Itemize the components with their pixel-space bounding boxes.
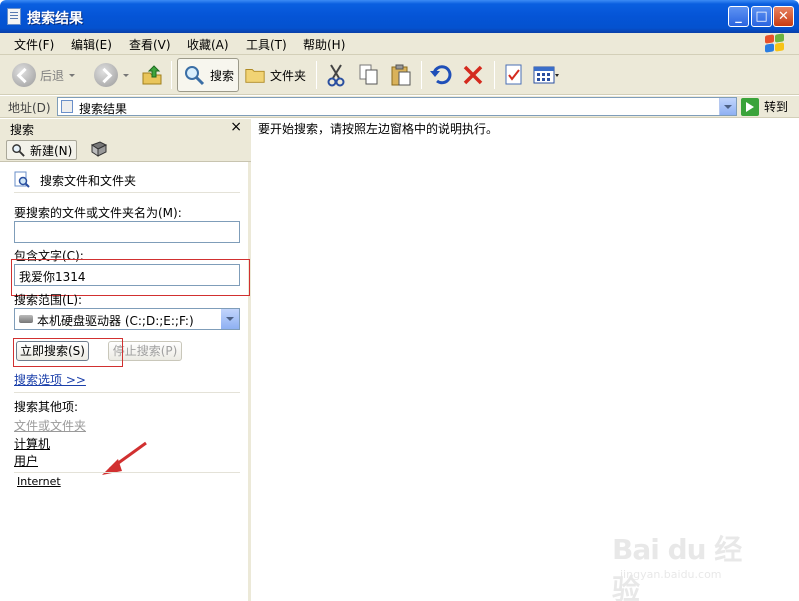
back-button[interactable]: 后退 xyxy=(12,58,76,92)
look-in-label: 搜索范围(L): xyxy=(14,293,83,307)
menu-edit[interactable]: 编辑(E) xyxy=(71,36,112,53)
maximize-button[interactable]: □ xyxy=(751,6,772,27)
search-pane-title: 搜索 xyxy=(10,123,35,137)
new-search-button[interactable]: 新建(N) xyxy=(6,140,78,160)
results-message: 要开始搜索，请按照左边窗格中的说明执行。 xyxy=(258,122,499,136)
cut-button[interactable] xyxy=(325,58,347,92)
go-arrow-icon xyxy=(741,97,759,116)
search-icon xyxy=(185,66,205,86)
baidu-watermark: Bai du 经验 jingyan.baidu.com xyxy=(612,520,762,601)
menu-file[interactable]: 文件(F) xyxy=(14,36,54,53)
divider xyxy=(14,192,240,193)
go-button[interactable]: 转到 xyxy=(741,97,788,116)
copy-button[interactable] xyxy=(358,58,380,92)
new-search-icon xyxy=(12,144,25,157)
folder-icon xyxy=(245,69,265,83)
search-other-heading: 搜索其他项: xyxy=(14,400,79,414)
properties-icon xyxy=(505,64,522,85)
look-in-select[interactable]: 本机硬盘驱动器 (C:;D:;E:;F:) xyxy=(14,308,240,330)
other-computers-link[interactable]: 计算机 xyxy=(14,435,50,452)
folders-button[interactable]: 文件夹 xyxy=(244,58,306,92)
search-pane-header: 搜索 × xyxy=(0,119,251,138)
paste-button[interactable] xyxy=(390,58,412,92)
paste-icon xyxy=(391,64,411,86)
address-label: 地址(D) xyxy=(8,101,51,115)
address-input[interactable]: 搜索结果 xyxy=(57,97,737,116)
undo-icon xyxy=(430,65,452,85)
search-results-icon xyxy=(61,100,73,113)
scissors-icon xyxy=(327,64,345,87)
menu-bar: 文件(F) 编辑(E) 查看(V) 收藏(A) 工具(T) 帮助(H) xyxy=(0,33,799,55)
pane-close-icon[interactable]: × xyxy=(230,119,242,135)
delete-x-icon xyxy=(463,65,483,85)
chevron-down-icon xyxy=(69,73,76,77)
search-pane-toolbar: 新建(N) xyxy=(0,138,251,162)
copy-icon xyxy=(359,64,378,85)
filename-input[interactable] xyxy=(14,221,240,243)
filename-label: 要搜索的文件或文件夹名为(M): xyxy=(14,206,182,220)
search-options-link[interactable]: 搜索选项 >> xyxy=(14,371,86,388)
other-people-link[interactable]: 用户 xyxy=(14,452,38,469)
window-title: 搜索结果 xyxy=(27,11,83,27)
search-companion-button[interactable] xyxy=(90,141,108,160)
search-files-icon xyxy=(14,171,30,188)
search-files-heading-row: 搜索文件和文件夹 xyxy=(14,171,136,189)
window-icon xyxy=(7,8,21,25)
menu-tools[interactable]: 工具(T) xyxy=(246,36,287,53)
divider xyxy=(14,392,240,393)
highlight-box xyxy=(13,338,123,367)
delete-button[interactable] xyxy=(462,58,484,92)
hard-drive-icon xyxy=(19,315,33,323)
internet-link[interactable]: Internet xyxy=(17,475,61,488)
book-icon xyxy=(90,141,108,157)
windows-logo-icon xyxy=(764,33,786,54)
address-bar: 地址(D) 搜索结果 转到 xyxy=(0,96,799,118)
undo-button[interactable] xyxy=(429,58,453,92)
toolbar: 后退 搜索 文件夹 xyxy=(0,55,799,95)
close-button[interactable]: ✕ xyxy=(773,6,794,27)
watermark-url: jingyan.baidu.com xyxy=(620,568,722,581)
menu-view[interactable]: 查看(V) xyxy=(129,36,171,53)
search-files-heading: 搜索文件和文件夹 xyxy=(40,173,137,188)
views-button[interactable] xyxy=(533,58,559,92)
forward-arrow-icon xyxy=(94,63,118,87)
annotation-arrow-icon xyxy=(102,441,147,475)
views-icon xyxy=(533,66,559,84)
chevron-down-icon xyxy=(123,73,129,77)
title-bar[interactable]: 搜索结果 _ □ ✕ xyxy=(0,0,799,33)
up-folder-icon xyxy=(142,65,162,85)
address-dropdown-button[interactable] xyxy=(719,98,736,115)
menu-favorites[interactable]: 收藏(A) xyxy=(187,36,229,53)
minimize-button[interactable]: _ xyxy=(728,6,749,27)
chevron-down-icon[interactable] xyxy=(221,309,239,329)
back-arrow-icon xyxy=(12,63,36,87)
divider xyxy=(14,472,240,473)
search-pane: 搜索 × 新建(N) 搜索文件和文件夹 要搜索的文件或文件夹名为(M): 包含文… xyxy=(0,119,251,601)
up-folder-button[interactable] xyxy=(140,58,164,92)
search-button[interactable]: 搜索 xyxy=(177,58,240,92)
properties-button[interactable] xyxy=(503,58,525,92)
other-files-link[interactable]: 文件或文件夹 xyxy=(14,417,86,434)
forward-button[interactable] xyxy=(94,58,129,92)
menu-help[interactable]: 帮助(H) xyxy=(303,36,345,53)
watermark-brand: Bai du 经验 xyxy=(612,533,742,601)
